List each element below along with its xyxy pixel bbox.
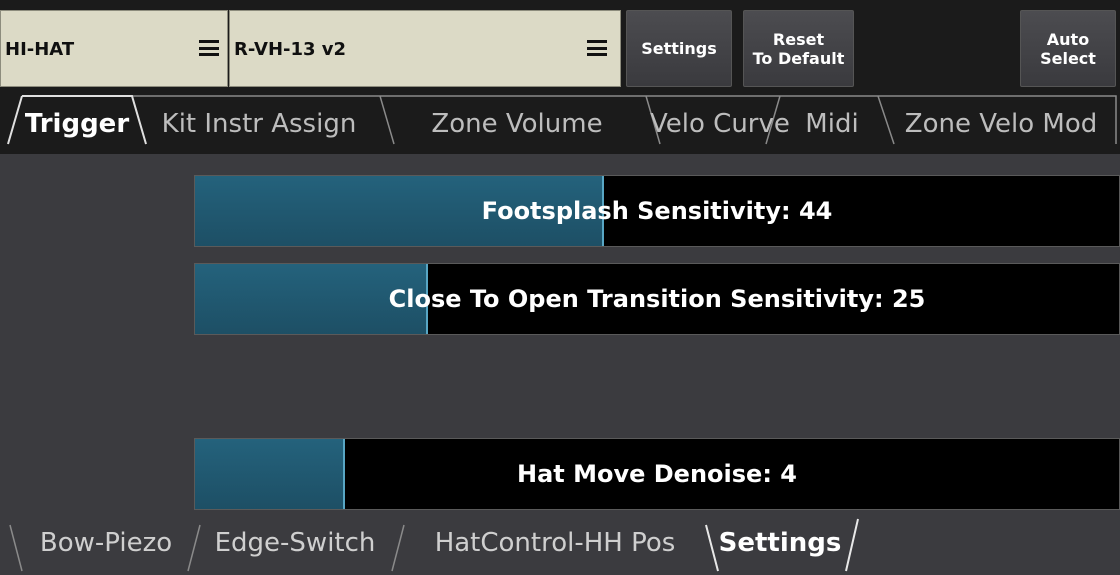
instrument-selector-value: HI-HAT [5, 39, 75, 60]
top-bar: HI-HAT R-VH-13 v2 Settings Reset To Defa… [0, 0, 1120, 92]
reset-button-line1: Reset [772, 29, 825, 49]
trigger-selector-value: R-VH-13 v2 [234, 39, 347, 60]
close-to-open-transition-label: Close To Open Transition Sensitivity: 25 [388, 285, 926, 313]
hat-move-denoise-slider[interactable]: Hat Move Denoise: 4 [194, 438, 1120, 510]
reset-to-default-button[interactable]: Reset To Default [743, 10, 854, 87]
hamburger-menu-icon[interactable] [199, 40, 219, 56]
settings-button[interactable]: Settings [626, 10, 732, 87]
sub-tab-bar: Bow-Piezo Edge-Switch HatControl-HH Pos … [0, 515, 1120, 575]
tab-zone-velo-mod[interactable]: Zone Velo Mod [888, 104, 1114, 144]
main-tab-bar: Trigger Kit Instr Assign Zone Volume Vel… [0, 92, 1120, 154]
footsplash-sensitivity-slider[interactable]: Footsplash Sensitivity: 44 [194, 175, 1120, 247]
instrument-selector[interactable]: HI-HAT [0, 10, 228, 87]
subtab-hatcontrol-hh-pos[interactable]: HatControl-HH Pos [406, 523, 704, 563]
tab-velo-curve[interactable]: Velo Curve [650, 104, 790, 144]
hat-move-denoise-label: Hat Move Denoise: 4 [517, 460, 797, 488]
auto-select-line2: Select [1040, 48, 1096, 68]
settings-button-label: Settings [641, 39, 717, 58]
subtab-bow-piezo[interactable]: Bow-Piezo [26, 523, 186, 563]
auto-select-button[interactable]: Auto Select [1020, 10, 1116, 87]
close-to-open-transition-slider[interactable]: Close To Open Transition Sensitivity: 25 [194, 263, 1120, 335]
hamburger-menu-icon[interactable] [587, 40, 607, 56]
tab-midi[interactable]: Midi [786, 104, 878, 144]
subtab-edge-switch[interactable]: Edge-Switch [200, 523, 390, 563]
tab-kit-instr-assign[interactable]: Kit Instr Assign [138, 104, 380, 144]
reset-button-line2: To Default [752, 48, 845, 68]
subtab-settings[interactable]: Settings [716, 523, 844, 563]
tab-trigger[interactable]: Trigger [22, 104, 132, 144]
auto-select-line1: Auto [1046, 29, 1090, 49]
footsplash-sensitivity-label: Footsplash Sensitivity: 44 [481, 197, 833, 225]
tab-zone-volume[interactable]: Zone Volume [388, 104, 646, 144]
trigger-selector[interactable]: R-VH-13 v2 [229, 10, 621, 87]
